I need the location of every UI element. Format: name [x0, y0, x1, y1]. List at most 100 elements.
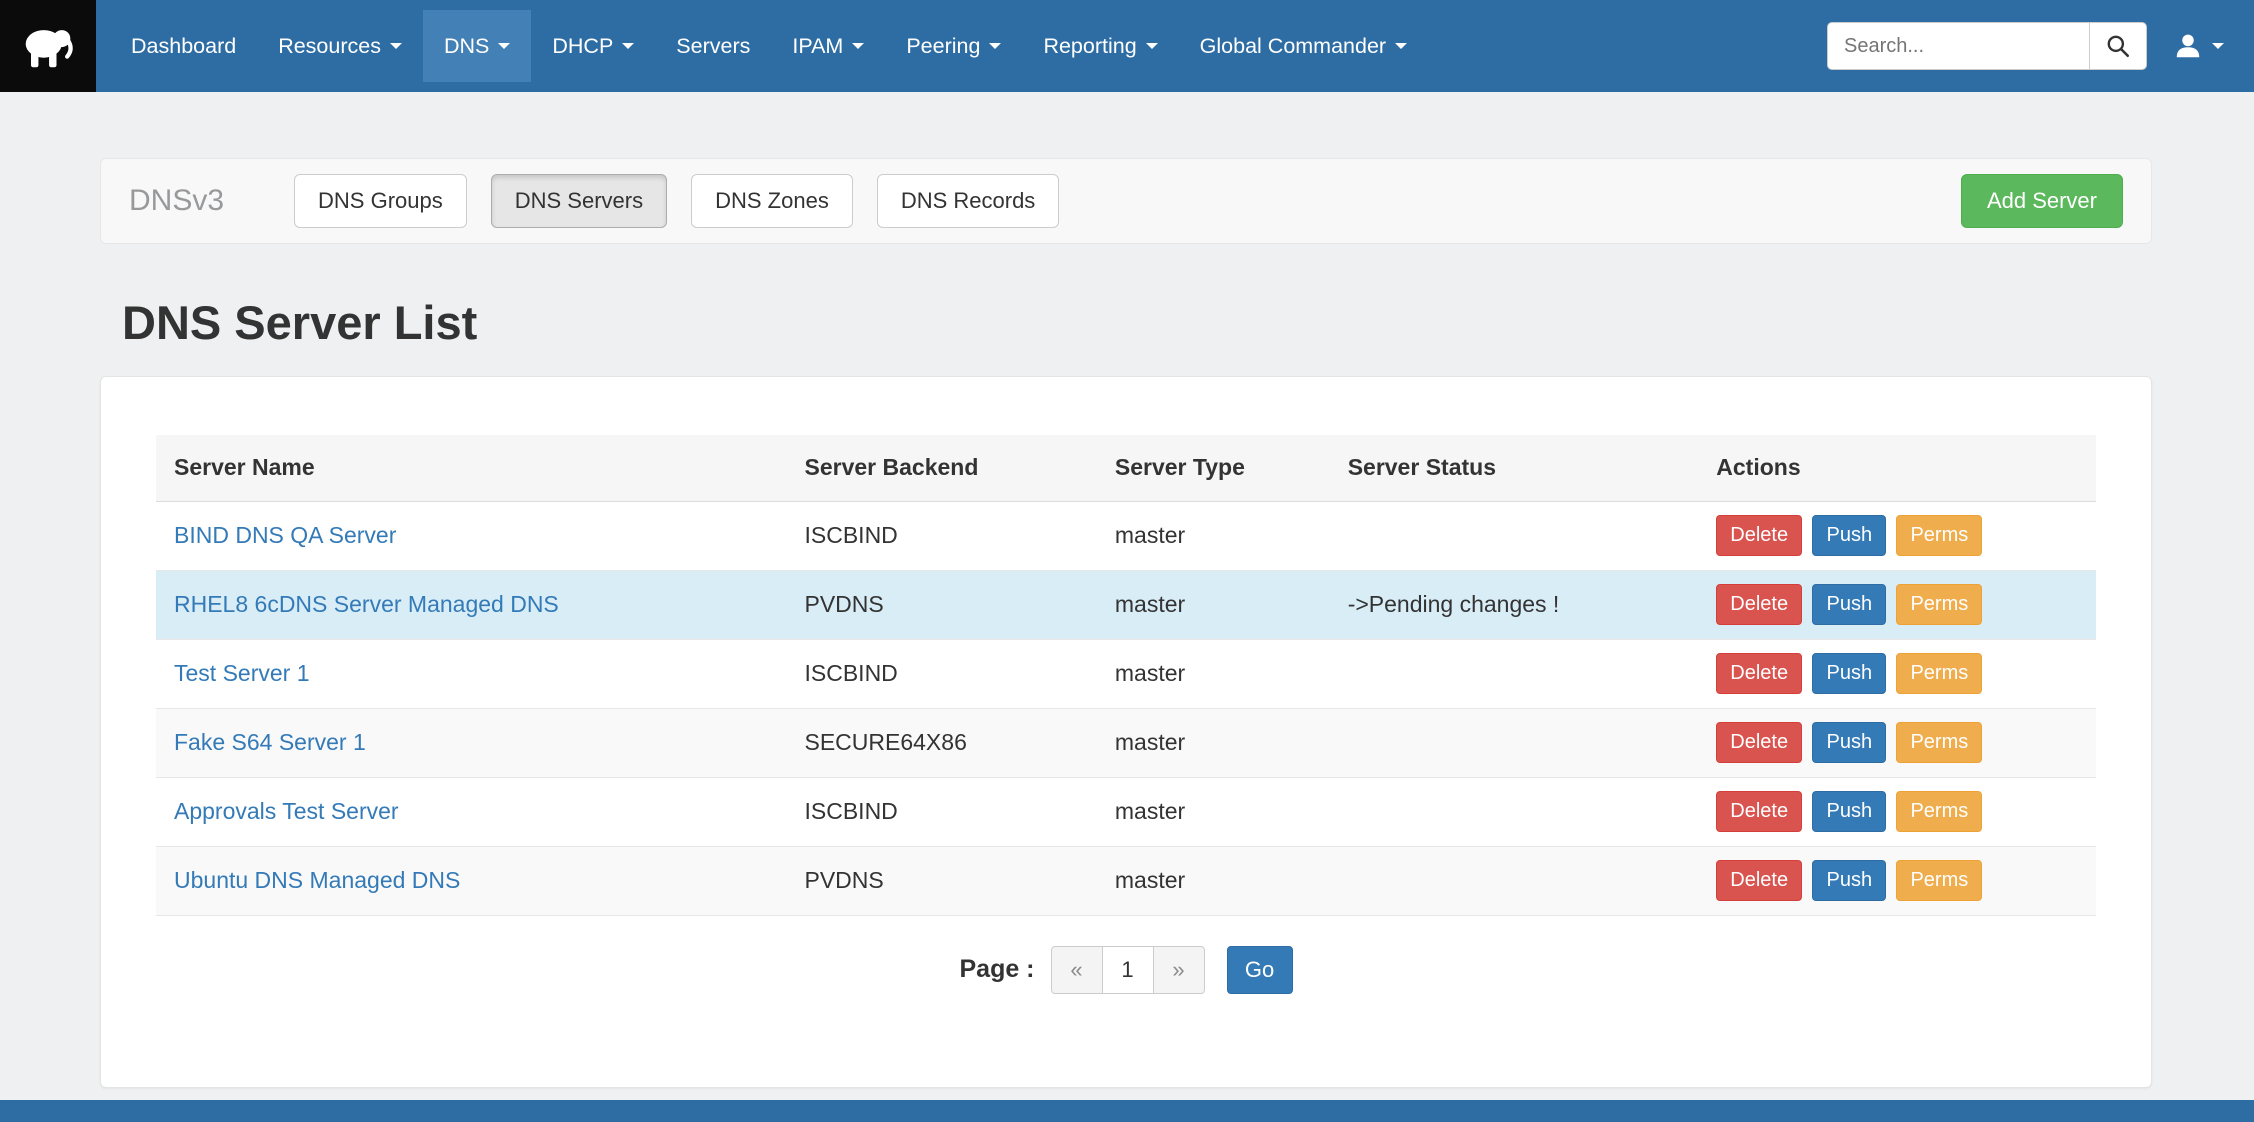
server-name-link[interactable]: Approvals Test Server [174, 798, 399, 824]
server-name-link[interactable]: Test Server 1 [174, 660, 310, 686]
cell-type: master [1097, 777, 1330, 846]
cell-backend: PVDNS [787, 846, 1097, 915]
server-list-panel: Server Name Server Backend Server Type S… [100, 376, 2152, 1088]
top-navbar: Dashboard Resources DNS DHCP Servers IPA… [0, 0, 2254, 92]
cell-type: master [1097, 570, 1330, 639]
push-button[interactable]: Push [1812, 653, 1886, 694]
cell-status [1330, 777, 1699, 846]
nav-label: Peering [906, 34, 980, 59]
push-button[interactable]: Push [1812, 791, 1886, 832]
nav-item-dashboard[interactable]: Dashboard [110, 10, 257, 82]
perms-button[interactable]: Perms [1896, 791, 1982, 832]
search-group [1827, 22, 2147, 70]
perms-button[interactable]: Perms [1896, 722, 1982, 763]
cell-backend: ISCBIND [787, 639, 1097, 708]
cell-status [1330, 639, 1699, 708]
perms-button[interactable]: Perms [1896, 515, 1982, 556]
nav-item-peering[interactable]: Peering [885, 10, 1022, 82]
tab-dns-zones[interactable]: DNS Zones [691, 174, 853, 228]
footer-bar [0, 1100, 2254, 1122]
go-button[interactable]: Go [1227, 946, 1293, 994]
delete-button[interactable]: Delete [1716, 722, 1802, 763]
table-row: Approvals Test Server ISCBIND master Del… [156, 777, 2096, 846]
tab-dns-records[interactable]: DNS Records [877, 174, 1059, 228]
cell-type: master [1097, 708, 1330, 777]
page-title: DNS Server List [122, 296, 2152, 350]
push-button[interactable]: Push [1812, 584, 1886, 625]
search-input[interactable] [1827, 22, 2089, 70]
perms-button[interactable]: Perms [1896, 584, 1982, 625]
chevron-down-icon [852, 43, 864, 49]
server-name-link[interactable]: Ubuntu DNS Managed DNS [174, 867, 460, 893]
table-row: Fake S64 Server 1 SECURE64X86 master Del… [156, 708, 2096, 777]
delete-button[interactable]: Delete [1716, 515, 1802, 556]
cell-status [1330, 846, 1699, 915]
nav-label: Dashboard [131, 34, 236, 59]
nav-label: IPAM [792, 34, 843, 59]
nav-item-ipam[interactable]: IPAM [771, 10, 885, 82]
server-name-link[interactable]: BIND DNS QA Server [174, 522, 396, 548]
nav-item-reporting[interactable]: Reporting [1022, 10, 1178, 82]
tab-dns-servers[interactable]: DNS Servers [491, 174, 667, 228]
table-header-row: Server Name Server Backend Server Type S… [156, 435, 2096, 501]
dnsv3-title: DNSv3 [129, 184, 224, 218]
push-button[interactable]: Push [1812, 515, 1886, 556]
delete-button[interactable]: Delete [1716, 584, 1802, 625]
main-nav: Dashboard Resources DNS DHCP Servers IPA… [110, 0, 1428, 92]
cell-backend: ISCBIND [787, 777, 1097, 846]
server-name-link[interactable]: Fake S64 Server 1 [174, 729, 366, 755]
nav-label: Servers [676, 34, 750, 59]
tab-dns-groups[interactable]: DNS Groups [294, 174, 467, 228]
cell-type: master [1097, 846, 1330, 915]
dns-server-table: Server Name Server Backend Server Type S… [156, 435, 2096, 916]
delete-button[interactable]: Delete [1716, 860, 1802, 901]
pagination: Page : « » Go [156, 946, 2096, 994]
user-menu[interactable] [2173, 31, 2224, 61]
nav-label: Reporting [1043, 34, 1136, 59]
user-icon [2173, 31, 2203, 61]
nav-label: Resources [278, 34, 381, 59]
page-number-input[interactable] [1102, 946, 1154, 994]
server-name-link[interactable]: RHEL8 6cDNS Server Managed DNS [174, 591, 559, 617]
search-button[interactable] [2089, 22, 2147, 70]
brand-logo[interactable] [0, 0, 96, 92]
chevron-down-icon [989, 43, 1001, 49]
nav-item-resources[interactable]: Resources [257, 10, 423, 82]
chevron-down-icon [390, 43, 402, 49]
nav-item-dhcp[interactable]: DHCP [531, 10, 655, 82]
cell-status [1330, 501, 1699, 570]
table-row: Test Server 1 ISCBIND master Delete Push… [156, 639, 2096, 708]
navbar-right [1827, 22, 2254, 70]
push-button[interactable]: Push [1812, 722, 1886, 763]
chevron-down-icon [622, 43, 634, 49]
table-row: Ubuntu DNS Managed DNS PVDNS master Dele… [156, 846, 2096, 915]
delete-button[interactable]: Delete [1716, 653, 1802, 694]
cell-status [1330, 708, 1699, 777]
col-header-server-name: Server Name [156, 435, 787, 501]
page-container: DNSv3 DNS Groups DNS Servers DNS Zones D… [100, 158, 2152, 1088]
col-header-server-backend: Server Backend [787, 435, 1097, 501]
page-label: Page : [959, 955, 1034, 984]
cell-backend: ISCBIND [787, 501, 1097, 570]
search-icon [2105, 33, 2131, 59]
nav-label: Global Commander [1200, 34, 1386, 59]
table-row: BIND DNS QA Server ISCBIND master Delete… [156, 501, 2096, 570]
delete-button[interactable]: Delete [1716, 791, 1802, 832]
perms-button[interactable]: Perms [1896, 860, 1982, 901]
chevron-down-icon [1146, 43, 1158, 49]
push-button[interactable]: Push [1812, 860, 1886, 901]
nav-item-servers[interactable]: Servers [655, 10, 771, 82]
add-server-button[interactable]: Add Server [1961, 174, 2123, 228]
next-page-button[interactable]: » [1153, 946, 1205, 994]
nav-item-dns[interactable]: DNS [423, 10, 531, 82]
chevron-down-icon [2212, 43, 2224, 49]
perms-button[interactable]: Perms [1896, 653, 1982, 694]
table-row: RHEL8 6cDNS Server Managed DNS PVDNS mas… [156, 570, 2096, 639]
dnsv3-toolbar: DNSv3 DNS Groups DNS Servers DNS Zones D… [100, 158, 2152, 244]
cell-type: master [1097, 501, 1330, 570]
nav-item-global-commander[interactable]: Global Commander [1179, 10, 1428, 82]
mammoth-logo-icon [14, 12, 82, 80]
nav-label: DHCP [552, 34, 613, 59]
prev-page-button[interactable]: « [1051, 946, 1103, 994]
chevron-down-icon [1395, 43, 1407, 49]
